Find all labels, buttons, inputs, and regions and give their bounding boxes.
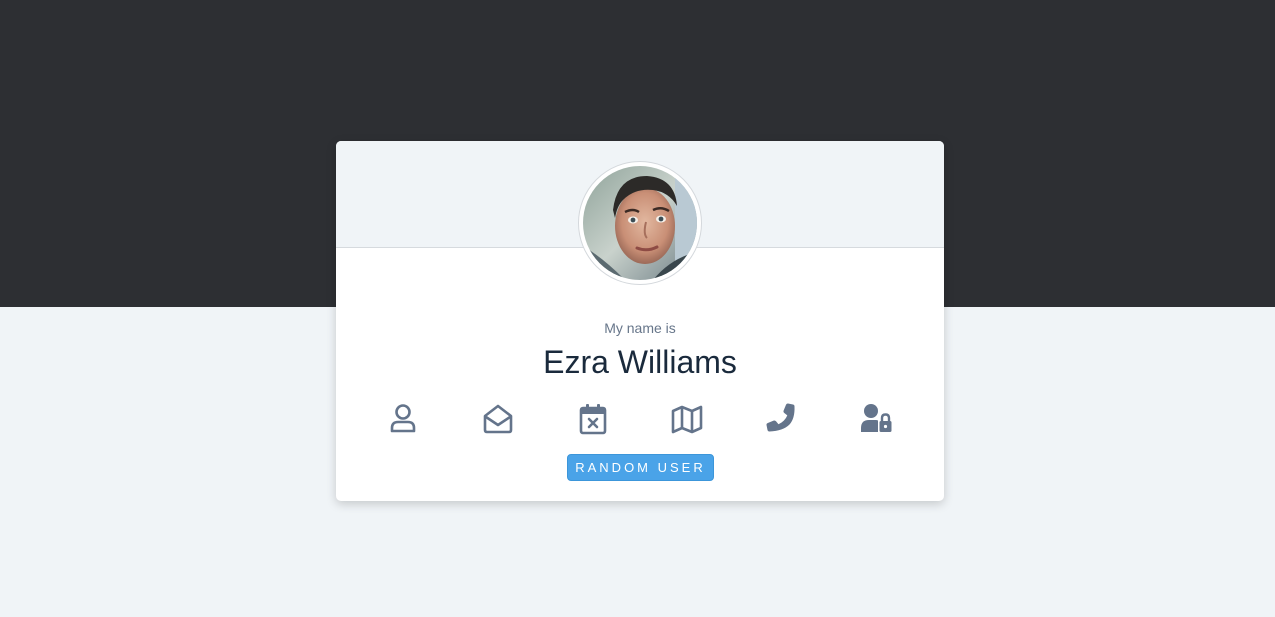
calendar-x-icon[interactable] [577, 403, 609, 435]
avatar-photo [583, 166, 697, 280]
user-card: My name is Ezra Williams RANDOM USER [336, 141, 944, 501]
phone-icon[interactable] [766, 403, 798, 435]
name-label: My name is [604, 320, 676, 336]
map-icon[interactable] [671, 403, 703, 435]
envelope-open-icon[interactable] [482, 403, 514, 435]
random-user-button[interactable]: RANDOM USER [567, 454, 714, 481]
user-icon[interactable] [387, 403, 419, 435]
user-lock-icon[interactable] [860, 403, 892, 435]
avatar [578, 161, 702, 285]
user-name: Ezra Williams [543, 344, 737, 380]
user-info-icon-bar [336, 403, 944, 435]
